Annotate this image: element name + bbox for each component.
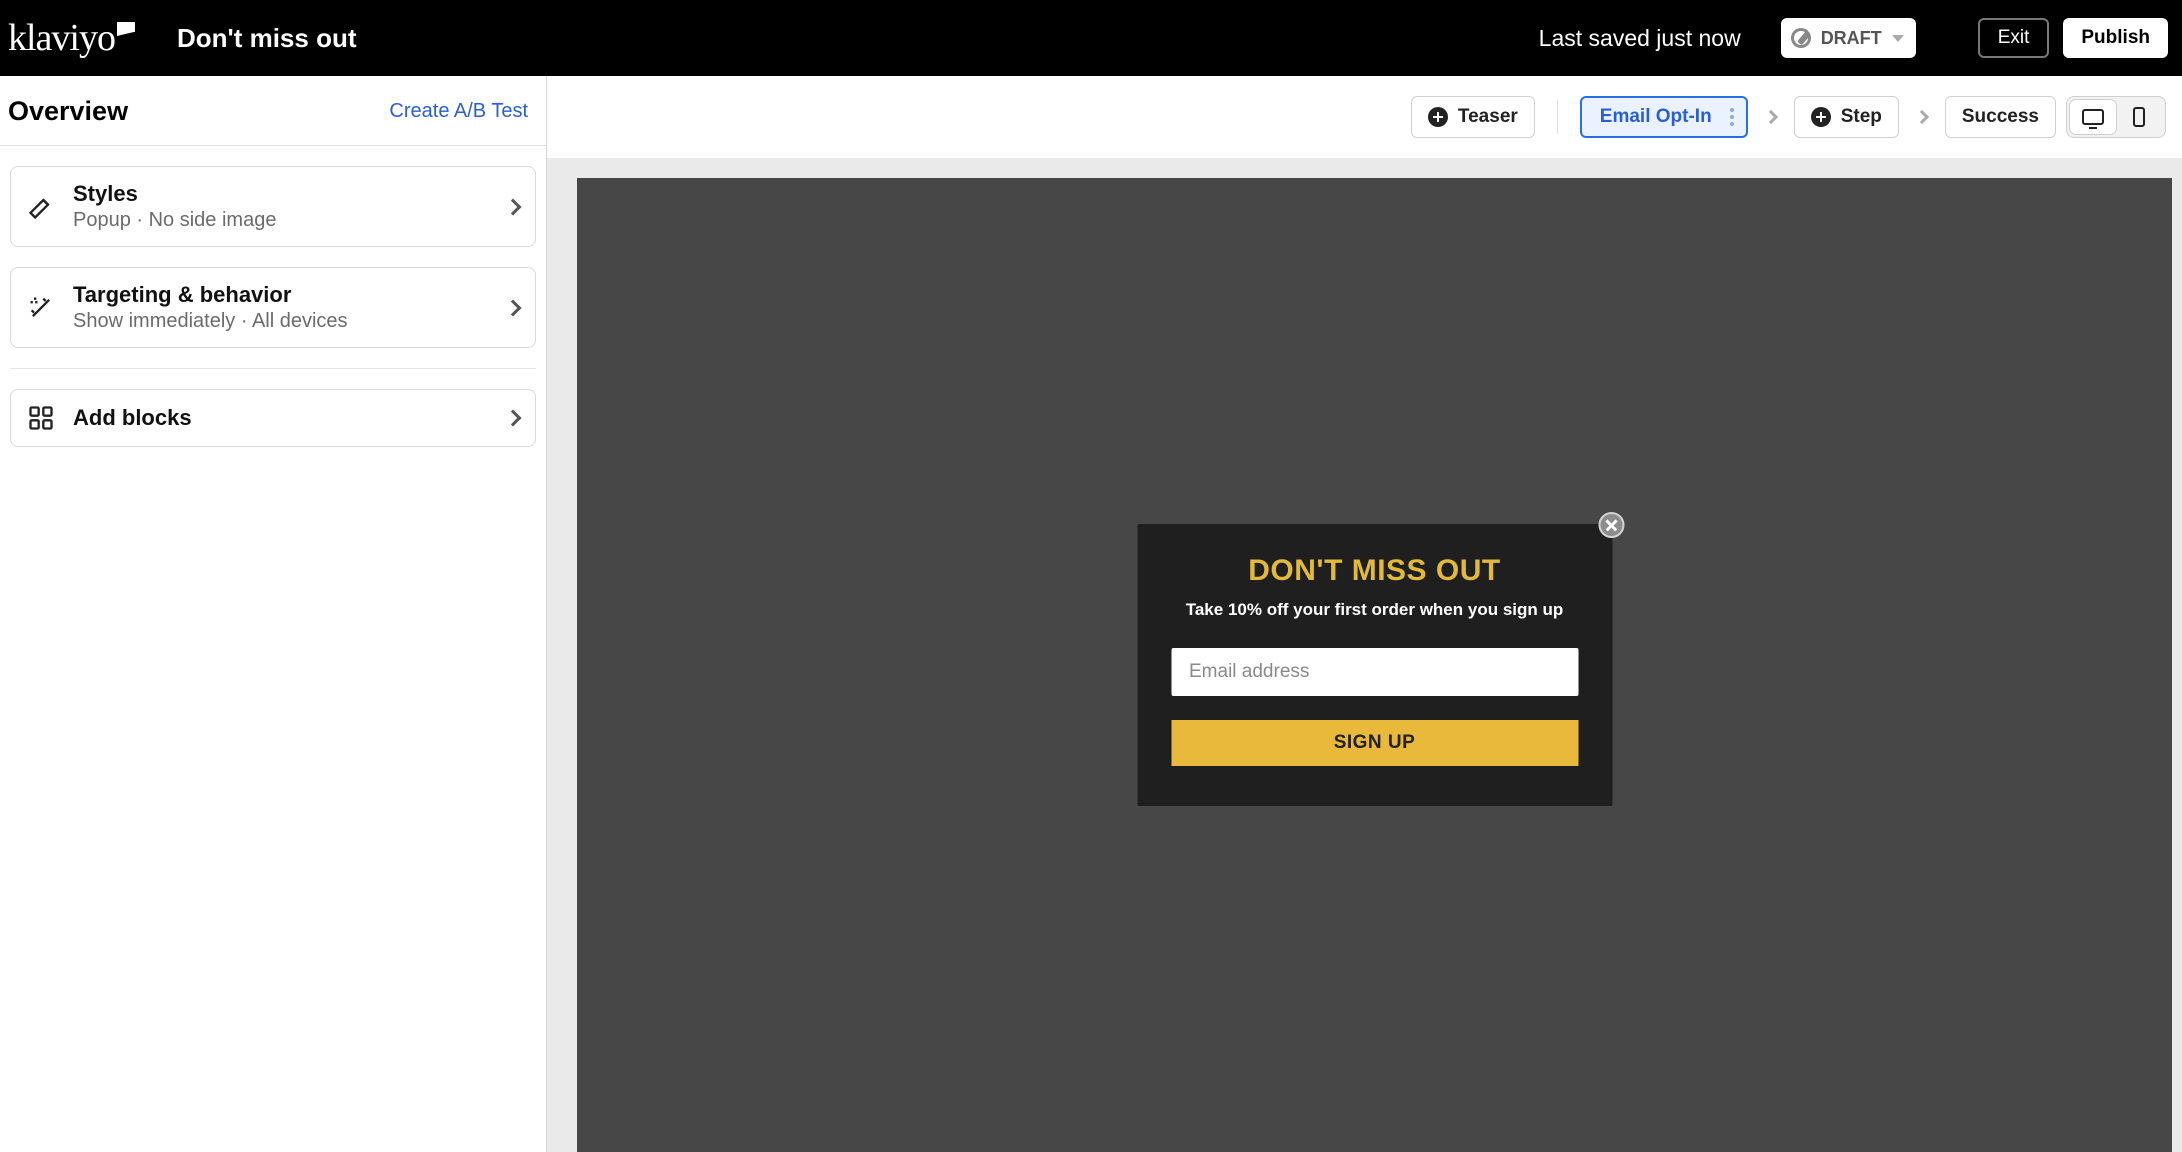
- pencil-icon: [27, 193, 55, 221]
- chevron-right-icon: [1764, 110, 1778, 124]
- sidebar: Overview Create A/B Test Styles Popup · …: [0, 76, 547, 1152]
- wand-icon: [27, 294, 55, 322]
- chevron-down-icon: [1892, 35, 1904, 42]
- editor: Teaser Email Opt-In Step Success: [547, 76, 2182, 1152]
- chevron-right-icon: [505, 198, 522, 215]
- add-step-button[interactable]: Step: [1794, 96, 1899, 138]
- card-add-blocks[interactable]: Add blocks: [10, 389, 536, 447]
- status-icon: [1791, 28, 1811, 48]
- chevron-right-icon: [505, 410, 522, 427]
- popup-title: DON'T MISS OUT: [1171, 554, 1578, 588]
- success-label: Success: [1962, 106, 2039, 128]
- brand-text: klaviyo: [8, 16, 115, 60]
- kebab-icon[interactable]: [1726, 108, 1738, 126]
- form-name: Don't miss out: [177, 23, 357, 54]
- card-targeting[interactable]: Targeting & behavior Show immediately · …: [10, 267, 536, 348]
- popup-preview: DON'T MISS OUT Take 10% off your first o…: [1137, 524, 1612, 806]
- brand-flag-icon: [117, 22, 135, 36]
- preview-canvas: DON'T MISS OUT Take 10% off your first o…: [577, 178, 2172, 1152]
- popup-subtitle: Take 10% off your first order when you s…: [1171, 600, 1578, 620]
- step-label: Step: [1841, 106, 1882, 128]
- card-styles[interactable]: Styles Popup · No side image: [10, 166, 536, 247]
- blocks-icon: [27, 404, 55, 432]
- teaser-label: Teaser: [1458, 106, 1518, 128]
- popup-signup-button[interactable]: SIGN UP: [1171, 720, 1578, 766]
- active-step-label: Email Opt-In: [1600, 106, 1712, 128]
- desktop-icon: [2082, 109, 2104, 125]
- popup-email-input[interactable]: [1171, 648, 1578, 696]
- publish-button[interactable]: Publish: [2063, 18, 2168, 58]
- top-bar: klaviyo Don't miss out Last saved just n…: [0, 0, 2182, 76]
- divider: [1557, 100, 1558, 134]
- card-title: Styles: [73, 181, 489, 207]
- brand-logo: klaviyo: [8, 16, 135, 60]
- exit-button[interactable]: Exit: [1978, 18, 2050, 58]
- card-subtitle: Show immediately · All devices: [73, 310, 489, 333]
- teaser-step-button[interactable]: Teaser: [1411, 96, 1535, 138]
- device-toggle: [2066, 96, 2166, 138]
- step-toolbar: Teaser Email Opt-In Step Success: [547, 76, 2182, 158]
- active-step[interactable]: Email Opt-In: [1580, 96, 1748, 138]
- create-ab-test-link[interactable]: Create A/B Test: [389, 100, 528, 123]
- mobile-icon: [2133, 107, 2145, 127]
- plus-circle-icon: [1811, 107, 1831, 127]
- plus-circle-icon: [1428, 107, 1448, 127]
- card-subtitle: Popup · No side image: [73, 209, 489, 232]
- card-title: Add blocks: [73, 405, 489, 431]
- popup-close-button[interactable]: [1598, 512, 1624, 538]
- sidebar-title: Overview: [8, 96, 128, 127]
- mobile-view-button[interactable]: [2116, 100, 2162, 134]
- canvas-wrapper: DON'T MISS OUT Take 10% off your first o…: [547, 158, 2182, 1152]
- last-saved-label: Last saved just now: [1539, 25, 1741, 52]
- divider: [10, 368, 536, 369]
- sidebar-header: Overview Create A/B Test: [0, 76, 546, 146]
- card-title: Targeting & behavior: [73, 282, 489, 308]
- success-step-button[interactable]: Success: [1945, 96, 2056, 138]
- status-label: DRAFT: [1821, 28, 1882, 49]
- chevron-right-icon: [505, 299, 522, 316]
- desktop-view-button[interactable]: [2070, 100, 2116, 134]
- status-dropdown[interactable]: DRAFT: [1781, 18, 1916, 58]
- chevron-right-icon: [1915, 110, 1929, 124]
